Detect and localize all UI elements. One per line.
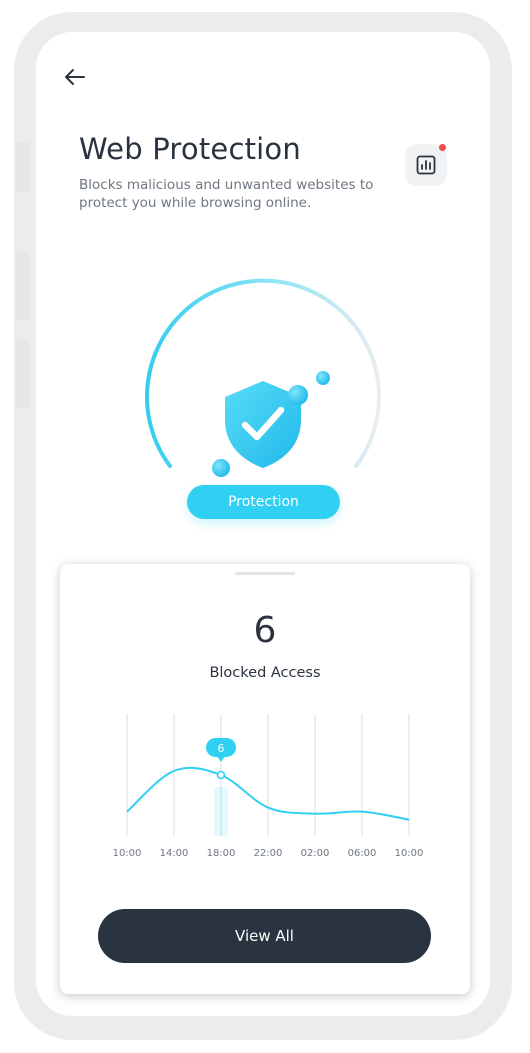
blocked-count: 6 bbox=[253, 610, 277, 651]
side-button bbox=[16, 252, 30, 320]
app-screen: Web Protection Blocks malicious and unwa… bbox=[36, 32, 490, 1016]
protection-gauge bbox=[145, 278, 381, 477]
highlight-band bbox=[214, 787, 228, 836]
x-tick-label: 22:00 bbox=[254, 848, 283, 859]
x-tick-label: 18:00 bbox=[207, 848, 236, 859]
side-button bbox=[16, 340, 30, 408]
data-point bbox=[216, 770, 226, 780]
side-button bbox=[16, 142, 30, 192]
page-title: Web Protection bbox=[79, 132, 301, 166]
blocked-label: Blocked Access bbox=[209, 665, 321, 681]
blocked-access-card: 6 Blocked Access 6 10:00 14:00 18:00 22:00 02… bbox=[60, 564, 470, 994]
tooltip-label: 6 bbox=[218, 742, 225, 755]
notification-dot bbox=[439, 144, 446, 151]
view-all-button[interactable]: View All bbox=[98, 909, 431, 963]
bubble-icon bbox=[212, 459, 230, 477]
bubble-icon bbox=[288, 385, 308, 405]
x-tick-label: 10:00 bbox=[395, 848, 424, 859]
page-subtitle: Blocks malicious and unwanted websites t… bbox=[79, 177, 374, 211]
x-tick-label: 10:00 bbox=[113, 848, 142, 859]
protection-button[interactable]: Protection bbox=[187, 485, 340, 519]
tooltip-pointer bbox=[217, 756, 225, 762]
stats-button[interactable] bbox=[405, 144, 447, 186]
blocked-access-chart: 6 10:00 14:00 18:00 22:00 02:00 06:00 10:00 bbox=[113, 714, 424, 859]
x-tick-label: 06:00 bbox=[348, 848, 377, 859]
drag-handle[interactable] bbox=[235, 572, 295, 575]
x-tick-label: 02:00 bbox=[301, 848, 330, 859]
x-tick-label: 14:00 bbox=[160, 848, 189, 859]
shield-check-icon bbox=[212, 371, 330, 477]
bar-chart-icon bbox=[416, 155, 436, 175]
arrow-left-icon bbox=[65, 69, 85, 85]
bubble-icon bbox=[316, 371, 330, 385]
back-button[interactable] bbox=[60, 62, 90, 92]
